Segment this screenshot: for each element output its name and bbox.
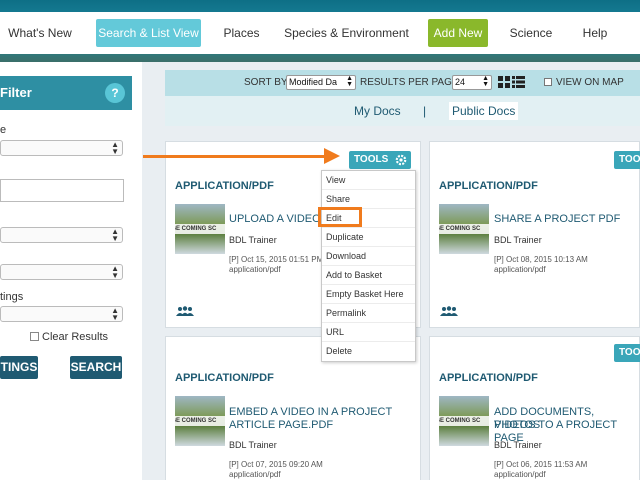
arrow-icon: [143, 155, 328, 158]
settings-button[interactable]: TINGS: [0, 356, 38, 379]
help-button[interactable]: ?: [105, 83, 125, 103]
doc-type: APPLICATION/PDF: [439, 180, 538, 192]
docs-tabs-bar: [165, 96, 640, 126]
doc-type: APPLICATION/PDF: [175, 372, 274, 384]
nav-add-new[interactable]: Add New: [428, 19, 488, 47]
grid-view-icon[interactable]: [498, 76, 510, 88]
tools-label: TOOLS: [354, 154, 389, 165]
menu-item-view[interactable]: View: [322, 171, 415, 190]
filter-label: e: [0, 124, 7, 136]
thumbnail-caption: AGE COMING SC: [175, 416, 225, 426]
menu-item-download[interactable]: Download: [322, 247, 415, 266]
list-view-icon[interactable]: [512, 76, 525, 88]
results-per-page-select[interactable]: 24 ▲ ▼: [452, 75, 492, 90]
results-per-page-label: RESULTS PER PAGE: [360, 77, 459, 88]
nav-science[interactable]: Science: [507, 19, 555, 47]
thumbnail-caption: AGE COMING SC: [175, 224, 225, 234]
settings-label: tings: [0, 291, 24, 303]
menu-item-empty-basket-here[interactable]: Empty Basket Here: [322, 285, 415, 304]
doc-thumbnail[interactable]: AGE COMING SC: [175, 396, 225, 446]
edit-highlight-box: [318, 207, 362, 227]
nav-search-list-view[interactable]: Search & List View: [96, 19, 201, 47]
tab-my-docs[interactable]: My Docs: [354, 104, 401, 118]
arrow-head-icon: [324, 148, 340, 164]
nav-whats-new[interactable]: What's New: [4, 19, 76, 47]
doc-author: BDL Trainer: [229, 235, 277, 245]
tools-button[interactable]: TOO: [614, 151, 640, 169]
nav-places[interactable]: Places: [219, 19, 264, 47]
doc-date: [P] Oct 06, 2015 11:53 AM: [494, 460, 588, 469]
doc-author: BDL Trainer: [494, 235, 542, 245]
nav-species-environment[interactable]: Species & Environment: [283, 19, 410, 47]
menu-item-permalink[interactable]: Permalink: [322, 304, 415, 323]
doc-thumbnail[interactable]: AGE COMING SC: [439, 204, 489, 254]
results-per-page-value: 24: [455, 77, 466, 87]
thumbnail-caption: AGE COMING SC: [439, 416, 489, 426]
tab-public-docs[interactable]: Public Docs: [449, 102, 519, 120]
sort-by-select[interactable]: Modified Da ▲ ▼: [286, 75, 356, 90]
menu-item-duplicate[interactable]: Duplicate: [322, 228, 415, 247]
filter-select-2[interactable]: ▲ ▼: [0, 227, 123, 243]
doc-mime: application/pdf: [229, 265, 281, 274]
main-nav: What's New Search & List View Places Spe…: [0, 12, 640, 54]
thumbnail-caption: AGE COMING SC: [439, 224, 489, 234]
filter-title: Filter: [0, 85, 32, 100]
sort-by-value: Modified Da: [289, 77, 338, 87]
doc-mime: application/pdf: [494, 470, 546, 479]
tools-button[interactable]: TOO: [614, 344, 640, 362]
view-on-map-checkbox[interactable]: [544, 78, 552, 86]
doc-thumbnail[interactable]: AGE COMING SC: [439, 396, 489, 446]
sort-by-label: SORT BY: [244, 77, 288, 88]
filter-select-3[interactable]: ▲ ▼: [0, 264, 123, 280]
doc-type: APPLICATION/PDF: [175, 180, 274, 192]
doc-type: APPLICATION/PDF: [439, 372, 538, 384]
doc-mime: application/pdf: [494, 265, 546, 274]
tab-separator: |: [423, 104, 427, 118]
filter-sidebar: Filter ? e ▲ ▼ ▲ ▼ ▲ ▼ tings ▲ ▼ Clear Resul…: [0, 62, 142, 480]
tools-button[interactable]: TOOLS: [349, 151, 411, 169]
menu-item-url[interactable]: URL: [322, 323, 415, 342]
view-on-map-label: VIEW ON MAP: [556, 77, 624, 88]
filter-select-4[interactable]: ▲ ▼: [0, 306, 123, 322]
doc-thumbnail[interactable]: AGE COMING SC: [175, 204, 225, 254]
people-icon: [440, 306, 458, 316]
doc-author: BDL Trainer: [494, 440, 542, 450]
doc-title-line-2[interactable]: ARTICLE PAGE.PDF: [229, 419, 333, 432]
filter-header: Filter ?: [0, 76, 132, 110]
doc-author: BDL Trainer: [229, 440, 277, 450]
doc-date: [P] Oct 15, 2015 01:51 PM: [229, 255, 324, 264]
people-icon: [176, 306, 194, 316]
menu-item-add-to-basket[interactable]: Add to Basket: [322, 266, 415, 285]
doc-title[interactable]: EMBED A VIDEO IN A PROJECT: [229, 406, 392, 419]
gear-icon: [395, 154, 407, 166]
nav-help[interactable]: Help: [575, 19, 615, 47]
doc-title[interactable]: UPLOAD A VIDEO: [229, 213, 321, 226]
doc-mime: application/pdf: [229, 470, 281, 479]
search-button[interactable]: SEARCH: [70, 356, 122, 379]
filter-select-1[interactable]: ▲ ▼: [0, 140, 123, 156]
doc-date: [P] Oct 08, 2015 10:13 AM: [494, 255, 588, 264]
clear-results-label: Clear Results: [42, 331, 109, 343]
clear-results-checkbox[interactable]: Clear Results: [30, 331, 108, 343]
checkbox-icon[interactable]: [30, 332, 39, 341]
tools-menu: View Share Edit Duplicate Download Add t…: [321, 170, 416, 362]
doc-title[interactable]: SHARE A PROJECT PDF: [494, 213, 620, 226]
menu-item-delete[interactable]: Delete: [322, 342, 415, 361]
doc-date: [P] Oct 07, 2015 09:20 AM: [229, 460, 323, 469]
filter-text-input[interactable]: [0, 179, 124, 202]
